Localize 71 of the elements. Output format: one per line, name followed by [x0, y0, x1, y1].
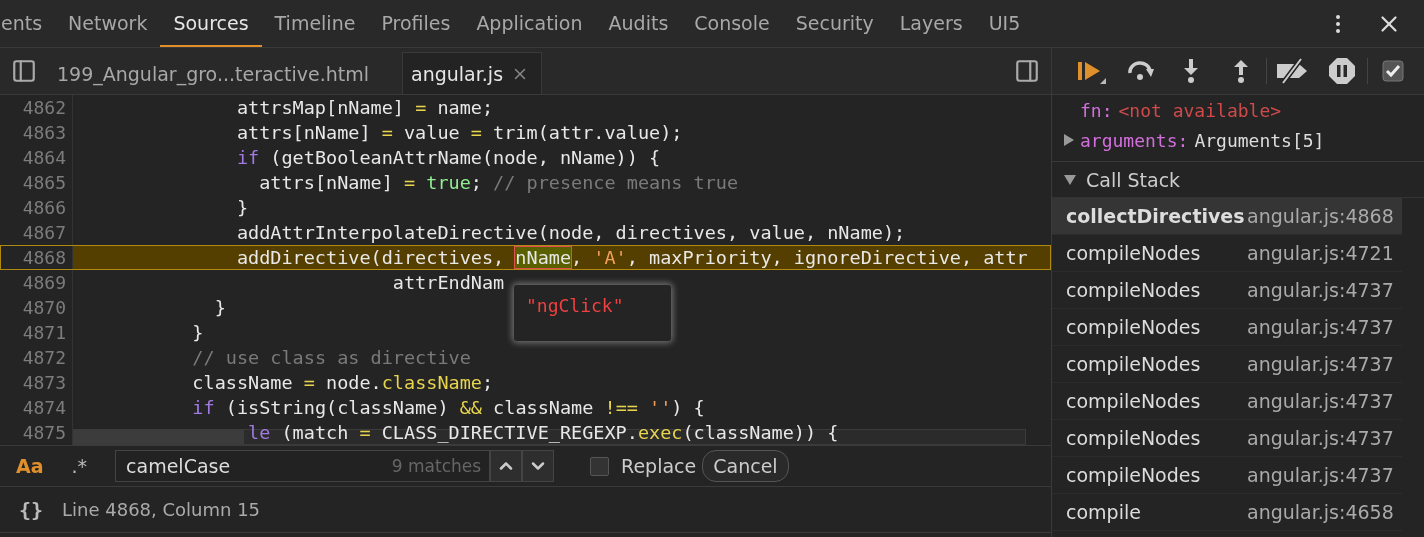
code-line: le (match = CLASS_DIRECTIVE_REGEXP.exec(className)) { [247, 422, 839, 443]
function-name: compileNodes [1066, 390, 1202, 412]
code-line: if (getBooleanAttrName(node, nName)) { [235, 147, 661, 168]
panel-tab[interactable]: Profiles [368, 0, 464, 47]
panel-tab[interactable]: Timeline [261, 0, 369, 47]
panel-tab[interactable]: Security [782, 0, 887, 47]
panel-tab[interactable]: Console [681, 0, 783, 47]
search-field[interactable]: camelCase [124, 454, 392, 478]
code-line: className = node.className; [191, 372, 494, 393]
function-name: compileNodes [1066, 316, 1202, 338]
code-line: attrEndNam [391, 272, 505, 293]
panel-tab[interactable]: UI5 [975, 0, 1034, 47]
file-tab[interactable]: 199_Angular_gro...teractive.html [48, 52, 383, 94]
variable-name: fn: [1080, 99, 1113, 121]
code-line: addDirective(directives, nName, 'A', maxPriority, ignoreDirective, attr [235, 247, 1028, 268]
code-line: // use class as directive [191, 347, 471, 368]
sidebar-toggle-icon[interactable] [11, 58, 37, 84]
step-over-icon[interactable] [1126, 59, 1156, 83]
function-name: compileNodes [1066, 279, 1202, 301]
cancel-button[interactable]: Cancel [702, 450, 789, 482]
code-line: addAttrInterpolateDirective(node, directives, value, nName); [235, 222, 906, 243]
regex-toggle[interactable]: .* [71, 455, 88, 477]
pause-on-caught-checkbox[interactable] [1382, 60, 1404, 82]
code-line: attrs[nName] = value = trim(attr.value); [235, 122, 683, 143]
frame-location[interactable]: angular.js:4737 [1247, 316, 1394, 338]
function-name: compileNodes [1066, 464, 1202, 486]
function-name: collectDirectives [1066, 205, 1246, 227]
variable-value: <not available> [1118, 99, 1282, 121]
panel-tab[interactable]: Network [55, 0, 161, 47]
sidebar-toggle-icon[interactable] [1014, 58, 1040, 84]
previous-match-button[interactable] [490, 450, 523, 482]
search-box[interactable]: camelCase 9 matches [115, 450, 491, 482]
pause-icon[interactable] [1328, 57, 1356, 85]
variable-name: arguments: [1080, 129, 1189, 151]
code-line: attrsMap[nName] = name; [235, 97, 494, 118]
expand-icon[interactable] [1064, 134, 1074, 146]
function-name: compileNodes [1066, 242, 1202, 264]
call-frame[interactable]: collectDirectives angular.js:4868 [1052, 198, 1402, 235]
frame-location[interactable]: angular.js:4868 [1247, 205, 1394, 227]
frame-location[interactable]: angular.js:4737 [1247, 353, 1394, 375]
match-case-toggle[interactable]: Aa [16, 455, 44, 477]
code-line: } [213, 297, 226, 318]
function-name: compileNodes [1066, 427, 1202, 449]
code-line: } [235, 197, 249, 218]
variable-value: Arguments[5] [1194, 129, 1325, 151]
deactivate-breakpoints-icon[interactable] [1275, 58, 1309, 84]
code-line: } [191, 322, 204, 343]
file-tab[interactable]: angular.js [402, 52, 543, 94]
panel-tab[interactable]: Audits [595, 0, 682, 47]
line-number: 4868 [0, 245, 73, 270]
panel-tab[interactable]: Application [463, 0, 596, 47]
code-line: attrs[nName] = true; // presence means true [258, 172, 739, 193]
frame-location[interactable]: angular.js:4737 [1247, 427, 1394, 449]
frame-location[interactable]: angular.js:4737 [1247, 390, 1394, 412]
scrollbar-thumb[interactable] [74, 430, 244, 444]
panel-tab[interactable]: Layers [886, 0, 976, 47]
match-count: 9 matches [391, 456, 482, 476]
panel-tab[interactable]: ents [0, 0, 56, 47]
frame-location[interactable]: angular.js:4658 [1247, 501, 1394, 523]
next-match-button[interactable] [522, 450, 555, 482]
replace-checkbox[interactable] [590, 456, 610, 476]
pretty-print-button[interactable]: {} [0, 497, 62, 522]
function-name: compile [1066, 501, 1142, 523]
cursor-position: Line 4868, Column 15 [62, 499, 261, 520]
code-line: if (isString(className) && className !== '') { [191, 397, 705, 418]
function-name: compileNodes [1066, 353, 1202, 375]
replace-label: Replace [621, 455, 697, 477]
value-popover: "ngClick" [514, 285, 671, 341]
frame-location[interactable]: angular.js:4737 [1247, 464, 1394, 486]
frame-location[interactable]: angular.js:4737 [1247, 279, 1394, 301]
frame-location[interactable]: angular.js:4721 [1247, 242, 1394, 264]
